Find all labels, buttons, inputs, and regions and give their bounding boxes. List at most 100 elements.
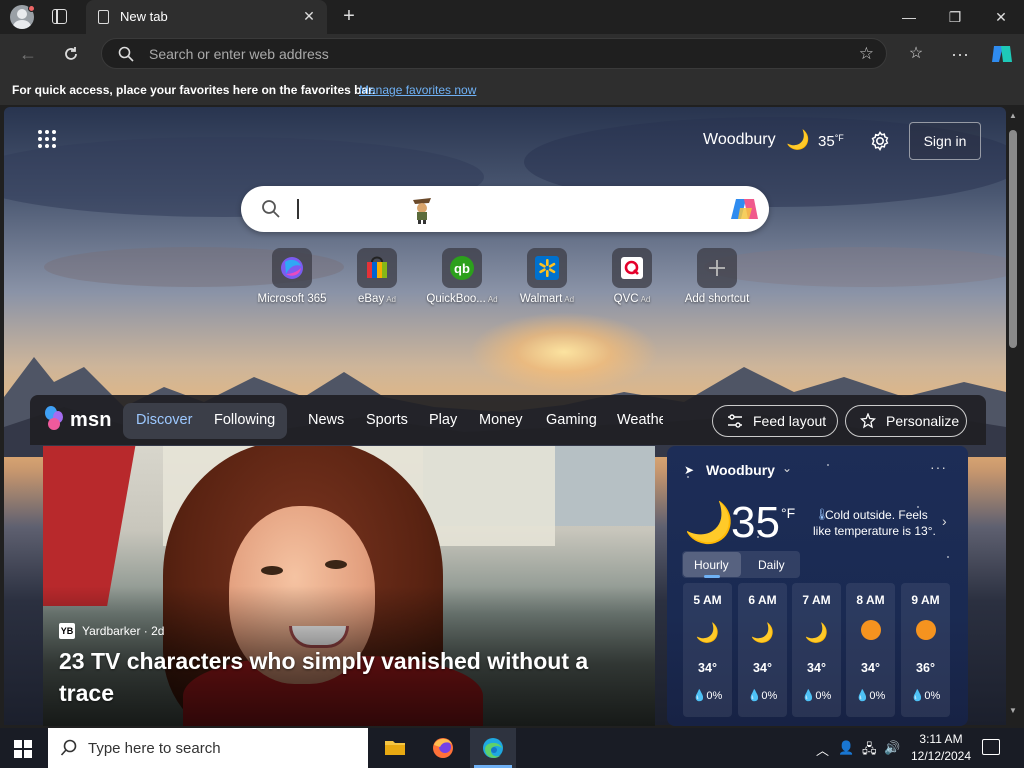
app-launcher-icon[interactable] [38,130,58,150]
favorites-bar-text: For quick access, place your favorites h… [12,83,376,97]
firefox-icon[interactable] [420,728,466,768]
ad-label: Ad [640,295,651,304]
scroll-up-arrow-icon[interactable]: ▲ [1009,111,1017,120]
address-bar[interactable]: Search or enter web address ☆ [101,38,887,69]
people-icon[interactable]: 👤 [838,740,854,756]
web-search-box[interactable] [241,186,769,232]
hourly-forecast-item[interactable]: 5 AM 🌙 34° 💧0% [683,583,732,717]
article-source: Yardbarker · 2d [82,624,165,638]
shortcut-walmart[interactable]: Walmart Ad [504,248,590,305]
feed-layout-button[interactable]: Feed layout [712,405,838,437]
ad-label: Ad [487,295,498,304]
microsoft-365-icon [272,248,312,288]
feed-layout-label: Feed layout [753,413,827,429]
shortcut-quickbooks[interactable]: qb QuickBoo... Ad [419,248,505,305]
edge-icon[interactable] [470,728,516,768]
taskbar-search-box[interactable]: Type here to search [48,728,368,768]
plus-icon [697,248,737,288]
restore-icon[interactable]: ❐ [932,0,978,34]
tab-hourly[interactable]: Hourly [694,558,729,572]
location-arrow-icon: ➤ [684,463,695,477]
nav-weather[interactable]: Weathe [617,412,663,428]
hourly-forecast-item[interactable]: 9 AM 36° 💧0% [901,583,950,717]
ad-label: Ad [386,295,396,304]
refresh-icon[interactable] [56,39,86,69]
tab-discover[interactable]: Discover [136,412,192,428]
moon-icon: 🌙 [804,623,829,644]
tab-title: New tab [120,9,168,24]
system-clock[interactable]: 3:11 AM 12/12/2024 [906,731,976,765]
precip-value: 0% [815,690,832,702]
weather-unit[interactable]: °F [781,505,795,521]
tab-underline [704,575,720,578]
add-shortcut-button[interactable]: Add shortcut [674,248,760,305]
back-arrow-icon[interactable]: ← [13,39,43,69]
shortcut-label: QVC [613,293,639,305]
scroll-down-arrow-icon[interactable]: ▼ [1009,706,1017,715]
more-options-icon[interactable]: ··· [945,39,975,69]
weather-location[interactable]: Woodbury [706,462,775,478]
doodle-icon[interactable] [409,194,435,224]
favorite-star-icon[interactable]: ☆ [859,44,874,64]
clock-date: 12/12/2024 [910,749,972,763]
more-options-icon[interactable]: ··· [930,459,947,475]
volume-icon[interactable]: 🔊 [884,740,900,756]
article-headline[interactable]: 23 TV characters who simply vanished wit… [59,645,619,709]
tab-new-tab[interactable]: New tab ✕ [86,0,327,34]
hour-time: 7 AM [802,593,831,607]
walmart-spark-icon [527,248,567,288]
header-weather-temp[interactable]: 35°F [818,133,844,150]
hour-time: 6 AM [748,593,777,607]
shortcut-microsoft-365[interactable]: Microsoft 365 [249,248,335,305]
new-tab-button[interactable]: + [339,6,359,26]
title-bar: New tab ✕ + — ❐ ✕ [0,0,1024,34]
text-cursor [297,199,299,219]
tab-following[interactable]: Following [214,412,275,428]
precipitation: 💧0% [747,690,778,702]
personalize-button[interactable]: Personalize [845,405,967,437]
scrollbar-thumb[interactable] [1009,130,1017,348]
nav-news[interactable]: News [308,412,344,428]
header-weather-location[interactable]: Woodbury [703,131,776,149]
hourly-forecast-item[interactable]: 6 AM 🌙 34° 💧0% [738,583,787,717]
file-explorer-icon[interactable] [372,728,418,768]
show-hidden-icons-chevron-icon[interactable]: ︿ [816,740,829,759]
shortcut-ebay[interactable]: eBay Ad [334,248,420,305]
tab-actions-icon[interactable] [52,9,67,24]
windows-start-icon[interactable] [14,740,32,758]
precip-value: 0% [924,690,941,702]
copilot-icon[interactable] [730,196,760,222]
chevron-down-icon[interactable]: ⌄ [782,461,792,475]
nav-sports[interactable]: Sports [366,412,408,428]
profile-notification-dot [28,5,35,12]
clock-time: 3:11 AM [919,732,963,746]
msn-butterfly-icon[interactable] [44,405,64,431]
close-tab-icon[interactable]: ✕ [301,8,317,24]
nav-money[interactable]: Money [479,412,523,428]
nav-play[interactable]: Play [429,412,457,428]
weather-description: Cold outside. Feels like temperature is … [813,508,936,538]
manage-favorites-link[interactable]: Manage favorites now [359,83,476,97]
sign-in-button[interactable]: Sign in [909,122,981,160]
sliders-icon [728,414,742,428]
favorites-icon[interactable]: ☆ [901,39,931,69]
precipitation: 💧0% [692,690,723,702]
tab-daily[interactable]: Daily [758,558,785,572]
hour-temp: 36° [916,661,935,675]
msn-brand[interactable]: msn [70,409,112,432]
chevron-right-icon[interactable]: › [942,513,947,529]
settings-gear-icon[interactable] [869,130,891,152]
nav-gaming[interactable]: Gaming [546,412,597,428]
hourly-forecast-item[interactable]: 7 AM 🌙 34° 💧0% [792,583,841,717]
moon-icon: 🌙 [750,623,775,644]
star [947,556,949,558]
network-icon[interactable]: 🖧 [862,740,877,762]
notification-center-icon[interactable] [982,739,1000,755]
copilot-icon[interactable] [987,39,1017,69]
moon-icon: 🌙 [695,623,720,644]
hourly-forecast-item[interactable]: 8 AM 34° 💧0% [846,583,895,717]
shortcut-qvc[interactable]: QVC Ad [589,248,675,305]
close-window-icon[interactable]: ✕ [978,0,1024,34]
sparkle-edit-icon [860,413,876,429]
minimize-icon[interactable]: — [886,0,932,34]
